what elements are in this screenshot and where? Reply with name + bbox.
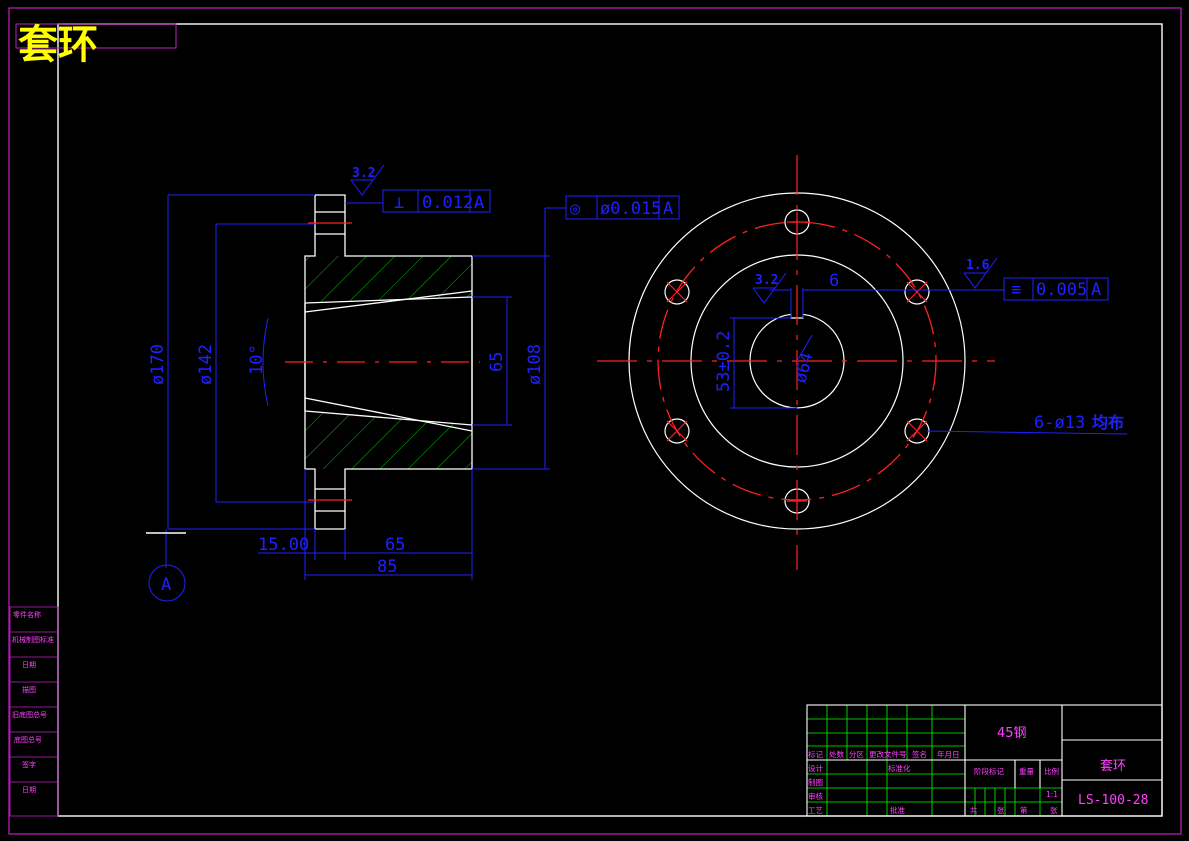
hatch-bottom — [305, 411, 472, 469]
dim-d108: ø108 — [525, 344, 545, 385]
dim-65-horiz: 65 — [385, 535, 405, 555]
tol-perp-datum: A — [474, 193, 484, 213]
tol-sym-value: 0.005 — [1036, 280, 1087, 300]
outer-frame — [8, 7, 1182, 835]
datum-a-label: A — [161, 575, 171, 595]
dim-bore: ø64 — [791, 350, 818, 385]
hatch-top — [305, 256, 472, 303]
part-name: 套环 — [1100, 758, 1126, 774]
header-cell: 年月日 — [937, 749, 960, 759]
roughness-face: 1.6 — [966, 258, 990, 273]
row-label: 制图 — [808, 777, 823, 787]
inner-frame — [57, 23, 1163, 817]
drawing-number: LS-100-28 — [1078, 793, 1148, 808]
dim-d142: ø142 — [196, 344, 216, 385]
scale-label: 比例 — [1044, 766, 1059, 776]
stage-label: 阶段标记 — [974, 766, 1004, 776]
left-strip-label: 描图 — [22, 685, 36, 694]
dim-15: 15.00 — [258, 535, 309, 555]
left-strip-label: 零件名称 — [13, 610, 41, 619]
approve-label: 批准 — [890, 805, 905, 815]
header-cell: 分区 — [849, 750, 864, 759]
section-view: ø170 ø142 10° 65 ø108 15.00 65 85 A ⊥ 0.… — [146, 164, 680, 602]
title-corner-text: 套环 — [18, 22, 98, 68]
dim-angle: 10° — [247, 344, 267, 375]
left-strip-label: 签字 — [22, 760, 36, 769]
standard-label: 标准化 — [888, 763, 911, 773]
roughness-left: 3.2 — [352, 166, 375, 181]
header-cell: 更改文件号 — [869, 749, 907, 759]
header-cell: 处数 — [829, 749, 844, 759]
left-strip-label: 旧底图总号 — [12, 710, 47, 719]
front-view: 6 53±0.2 ø64 6-ø13 ≡ 0.005 A 均布 3.2 1.6 — [597, 155, 1128, 570]
dim-d170: ø170 — [148, 344, 168, 385]
engineering-drawing: 套环 零件名称 机械制图标准 日期 描图 旧底图总号 底图总号 签字 日期 ø1… — [8, 7, 1182, 835]
title-block: 45钢 套环 LS-100-28 标记 处数 分区 更改文件号 签名 年月日 设… — [806, 704, 1163, 817]
material: 45钢 — [997, 726, 1027, 741]
row-label: 设计 — [808, 763, 823, 773]
dim-85: 85 — [377, 557, 397, 577]
tol-sym-datum: A — [1091, 280, 1101, 300]
dim-65-vert: 65 — [487, 352, 507, 372]
left-strip-label: 日期 — [22, 661, 36, 669]
dim-key-width: 6 — [829, 271, 839, 291]
tol-sym-symbol: ≡ — [1011, 280, 1021, 300]
tol-perp-value: 0.012 — [422, 193, 473, 213]
dim-key-depth: 53±0.2 — [714, 331, 734, 392]
tol-conc-datum: A — [663, 199, 673, 219]
sheet-cell: 张 — [1050, 806, 1058, 815]
row-label: 审核 — [808, 791, 823, 801]
header-cell: 签名 — [912, 749, 927, 759]
left-strip-label: 底图总号 — [14, 735, 42, 744]
tol-conc-symbol: ◎ — [570, 199, 581, 219]
tol-conc-value: ø0.015 — [600, 199, 661, 219]
row-label: 工艺 — [808, 806, 823, 815]
dim-holes: 6-ø13 — [1034, 413, 1085, 433]
left-strip-label: 机械制图标准 — [12, 635, 54, 644]
roughness-key: 3.2 — [755, 273, 778, 288]
sheet-cell: 张 — [997, 806, 1005, 815]
header-cell: 标记 — [808, 749, 823, 759]
tol-perp-symbol: ⊥ — [394, 193, 404, 213]
sheet-cell: 第 — [1020, 805, 1028, 815]
sheet-cell: 共 — [970, 806, 978, 815]
weight-label: 重量 — [1019, 767, 1035, 776]
scale-value: 1:1 — [1046, 790, 1058, 799]
left-strip-label: 日期 — [22, 786, 36, 794]
dim-holes-note: 均布 — [1092, 413, 1124, 432]
